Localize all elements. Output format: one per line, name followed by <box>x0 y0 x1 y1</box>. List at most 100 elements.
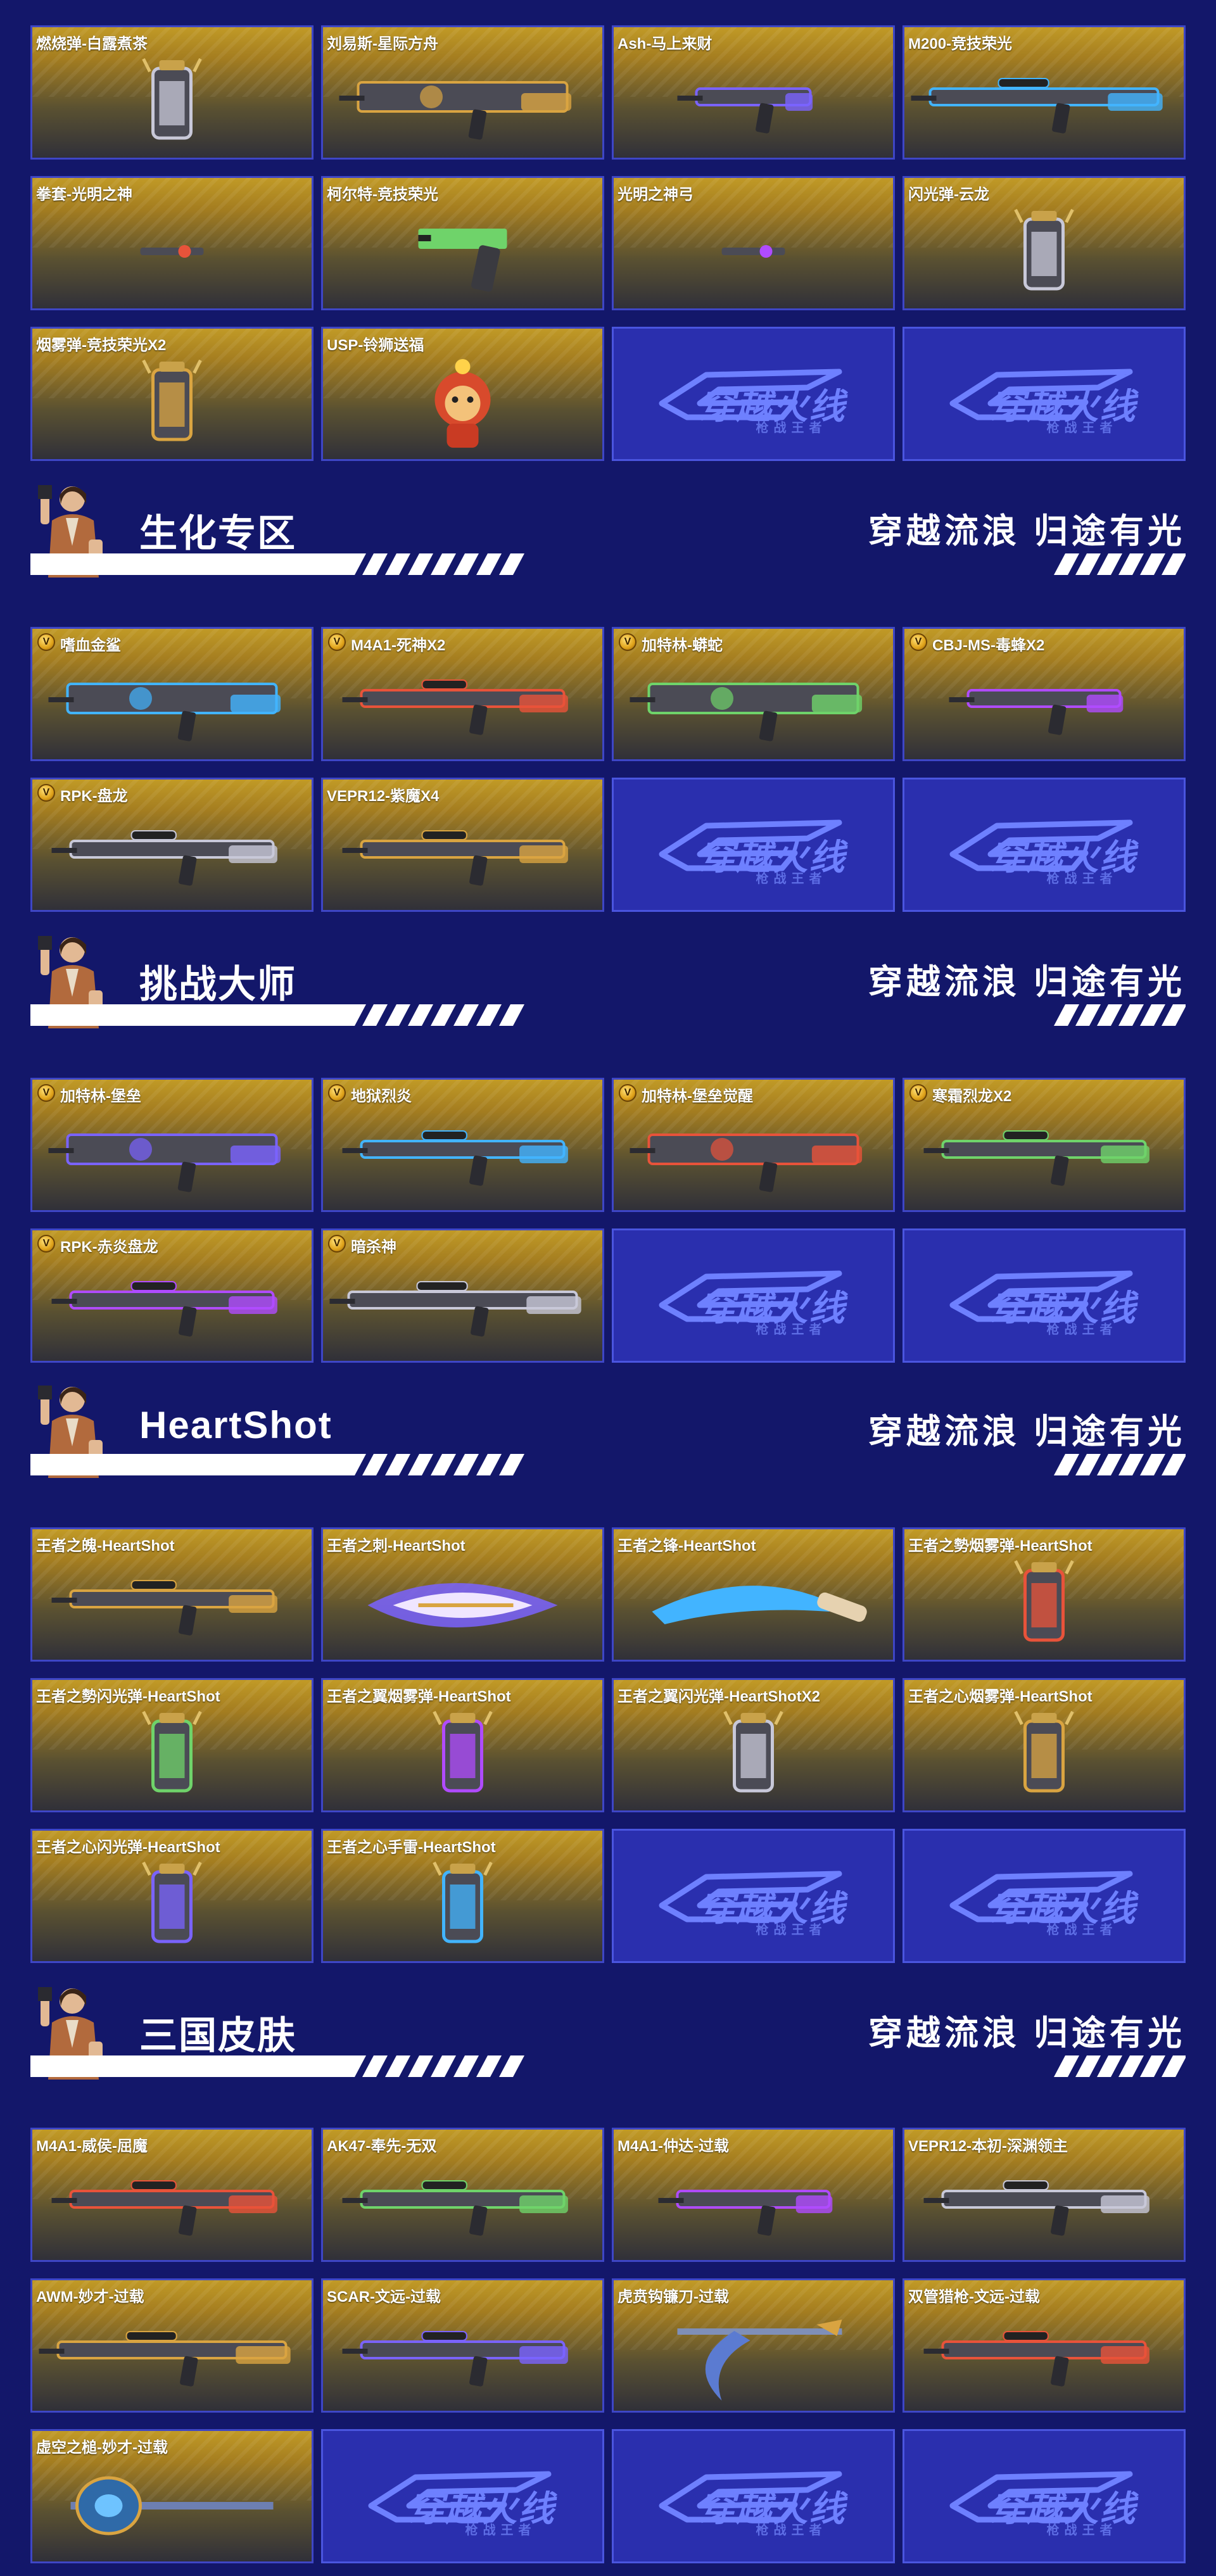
v-badge-icon: V <box>328 1235 346 1253</box>
item-card[interactable]: V 嗜血金鲨 <box>30 627 314 761</box>
v-badge-icon: V <box>619 1084 636 1102</box>
item-card[interactable]: 闪光弹-云龙 <box>902 176 1186 310</box>
item-card[interactable]: 王者之翼闪光弹-HeartShotX2 <box>612 1678 895 1812</box>
item-card[interactable]: AWM-妙才-过载 <box>30 2278 314 2413</box>
rifle-icon <box>323 1105 602 1206</box>
section-slogan: 穿越流浪 归途有光 <box>868 963 1186 1001</box>
item-name: CBJ-MS-毒蜂X2 <box>932 637 1045 654</box>
gun-heavy-icon <box>323 53 602 154</box>
item-name: USP-铃狮送福 <box>327 337 424 354</box>
canister-icon <box>904 1555 1184 1656</box>
section-slogan: 穿越流浪 归途有光 <box>868 512 1186 550</box>
item-name: 嗜血金鲨 <box>60 637 121 654</box>
item-card[interactable]: 王者之勢闪光弹-HeartShot <box>30 1678 314 1812</box>
brand-logo-tile: 穿越火线 枪战王者 <box>612 327 895 461</box>
item-card[interactable]: 王者之翼烟雾弹-HeartShot <box>321 1678 604 1812</box>
item-name: 王者之勢闪光弹-HeartShot <box>36 1688 220 1705</box>
item-card[interactable]: 王者之心手雷-HeartShot <box>321 1829 604 1963</box>
item-card[interactable]: Ash-马上来财 <box>612 25 895 160</box>
item-card[interactable]: 烟雾弹-竞技荣光X2 <box>30 327 314 461</box>
item-card[interactable]: 拳套-光明之神 <box>30 176 314 310</box>
canister-icon <box>32 1856 312 1957</box>
v-badge-icon: V <box>37 633 55 651</box>
item-card[interactable]: 王者之魄-HeartShot <box>30 1527 314 1662</box>
blade-icon <box>323 1555 602 1656</box>
item-card[interactable]: 王者之勢烟雾弹-HeartShot <box>902 1527 1186 1662</box>
rifle-sniper-icon <box>904 53 1184 154</box>
item-card[interactable]: 光明之神弓 <box>612 176 895 310</box>
brand-logo-tile: 穿越火线 枪战王者 <box>612 1829 895 1963</box>
smg-icon <box>904 654 1184 755</box>
item-card[interactable]: V 地狱烈炎 <box>321 1078 604 1212</box>
logo-subtitle: 枪战王者 <box>756 1923 827 1937</box>
item-card[interactable]: M4A1-仲达-过载 <box>612 2128 895 2262</box>
item-name: RPK-盘龙 <box>60 788 128 805</box>
item-card[interactable]: V RPK-赤炎盘龙 <box>30 1228 314 1363</box>
tiny-icon <box>614 203 893 305</box>
item-card[interactable]: 王者之锋-HeartShot <box>612 1527 895 1662</box>
smg-icon <box>614 2155 893 2256</box>
item-name: 王者之翼闪光弹-HeartShotX2 <box>618 1688 821 1705</box>
item-card[interactable]: V 加特林-堡垒 <box>30 1078 314 1212</box>
logo-subtitle: 枪战王者 <box>465 2523 536 2537</box>
item-name: VEPR12-紫魔X4 <box>327 788 440 805</box>
item-card[interactable]: V CBJ-MS-毒蜂X2 <box>902 627 1186 761</box>
item-card[interactable]: M200-竞技荣光 <box>902 25 1186 160</box>
item-card[interactable]: 刘易斯-星际方舟 <box>321 25 604 160</box>
item-name: 虎贲钩镰刀-过载 <box>618 2289 729 2306</box>
item-name: 王者之刺-HeartShot <box>327 1537 466 1555</box>
item-card[interactable]: VEPR12-本初-深渊领主 <box>902 2128 1186 2262</box>
item-card[interactable]: VEPR12-紫魔X4 <box>321 778 604 912</box>
item-card[interactable]: 燃烧弹-白露煮茶 <box>30 25 314 160</box>
item-card[interactable]: USP-铃狮送福 <box>321 327 604 461</box>
item-name: 拳套-光明之神 <box>36 186 132 203</box>
item-name: M4A1-死神X2 <box>351 637 446 654</box>
item-card[interactable]: AK47-奉先-无双 <box>321 2128 604 2262</box>
item-card[interactable]: V 加特林-蟒蛇 <box>612 627 895 761</box>
item-card[interactable]: M4A1-威侯-屈魔 <box>30 2128 314 2262</box>
item-name: 王者之锋-HeartShot <box>618 1537 756 1555</box>
item-card[interactable]: V RPK-盘龙 <box>30 778 314 912</box>
canister-icon <box>32 1705 312 1807</box>
item-card[interactable]: V M4A1-死神X2 <box>321 627 604 761</box>
brand-logo-tile: 穿越火线 枪战王者 <box>612 1228 895 1363</box>
logo-subtitle: 枪战王者 <box>756 872 827 886</box>
item-card[interactable]: 双管猎枪-文远-过载 <box>902 2278 1186 2413</box>
item-grid: V 加特林-堡垒 V 地狱烈炎 V 加特林-堡垒觉醒 V 寒霜烈龙X2 V RP… <box>30 1078 1186 1363</box>
gun-small-icon <box>614 53 893 154</box>
v-badge-icon: V <box>328 633 346 651</box>
logo-subtitle: 枪战王者 <box>1046 2523 1118 2537</box>
item-card[interactable]: 虎贲钩镰刀-过载 <box>612 2278 895 2413</box>
lion-icon <box>323 354 602 455</box>
canister-icon <box>32 354 312 455</box>
item-name: 刘易斯-星际方舟 <box>327 35 438 53</box>
header-stripe-right <box>1053 2055 1187 2077</box>
v-badge-icon: V <box>328 1084 346 1102</box>
item-card[interactable]: 王者之刺-HeartShot <box>321 1527 604 1662</box>
header-stripe-right <box>1053 553 1187 575</box>
v-badge-icon: V <box>909 633 927 651</box>
brand-logo-tile: 穿越火线 枪战王者 <box>902 327 1186 461</box>
item-card[interactable]: V 加特林-堡垒觉醒 <box>612 1078 895 1212</box>
item-card[interactable]: V 暗杀神 <box>321 1228 604 1363</box>
section-header: 三国皮肤 穿越流浪 归途有光 <box>30 1978 1187 2080</box>
item-card[interactable]: 王者之心烟雾弹-HeartShot <box>902 1678 1186 1812</box>
item-name: 地狱烈炎 <box>351 1088 412 1105</box>
item-card[interactable]: 王者之心闪光弹-HeartShot <box>30 1829 314 1963</box>
item-card[interactable]: 柯尔特-竞技荣光 <box>321 176 604 310</box>
tiny-icon <box>32 203 312 305</box>
section-title: 挑战大师 <box>139 963 296 1006</box>
header-stripe-right <box>1053 1004 1187 1026</box>
brand-logo-tile: 穿越火线 枪战王者 <box>902 778 1186 912</box>
item-card[interactable]: 虚空之槌-妙才-过载 <box>30 2429 314 2563</box>
logo-subtitle: 枪战王者 <box>756 421 827 435</box>
item-card[interactable]: SCAR-文远-过载 <box>321 2278 604 2413</box>
item-name: M4A1-仲达-过载 <box>618 2138 730 2155</box>
rifle-icon <box>904 1105 1184 1206</box>
rifle-sniper-icon <box>32 2306 312 2407</box>
v-badge-icon: V <box>37 784 55 802</box>
gun-heavy-icon <box>614 1105 893 1206</box>
header-stripe-left <box>30 1004 531 1026</box>
item-card[interactable]: V 寒霜烈龙X2 <box>902 1078 1186 1212</box>
gun-heavy-icon <box>32 654 312 755</box>
